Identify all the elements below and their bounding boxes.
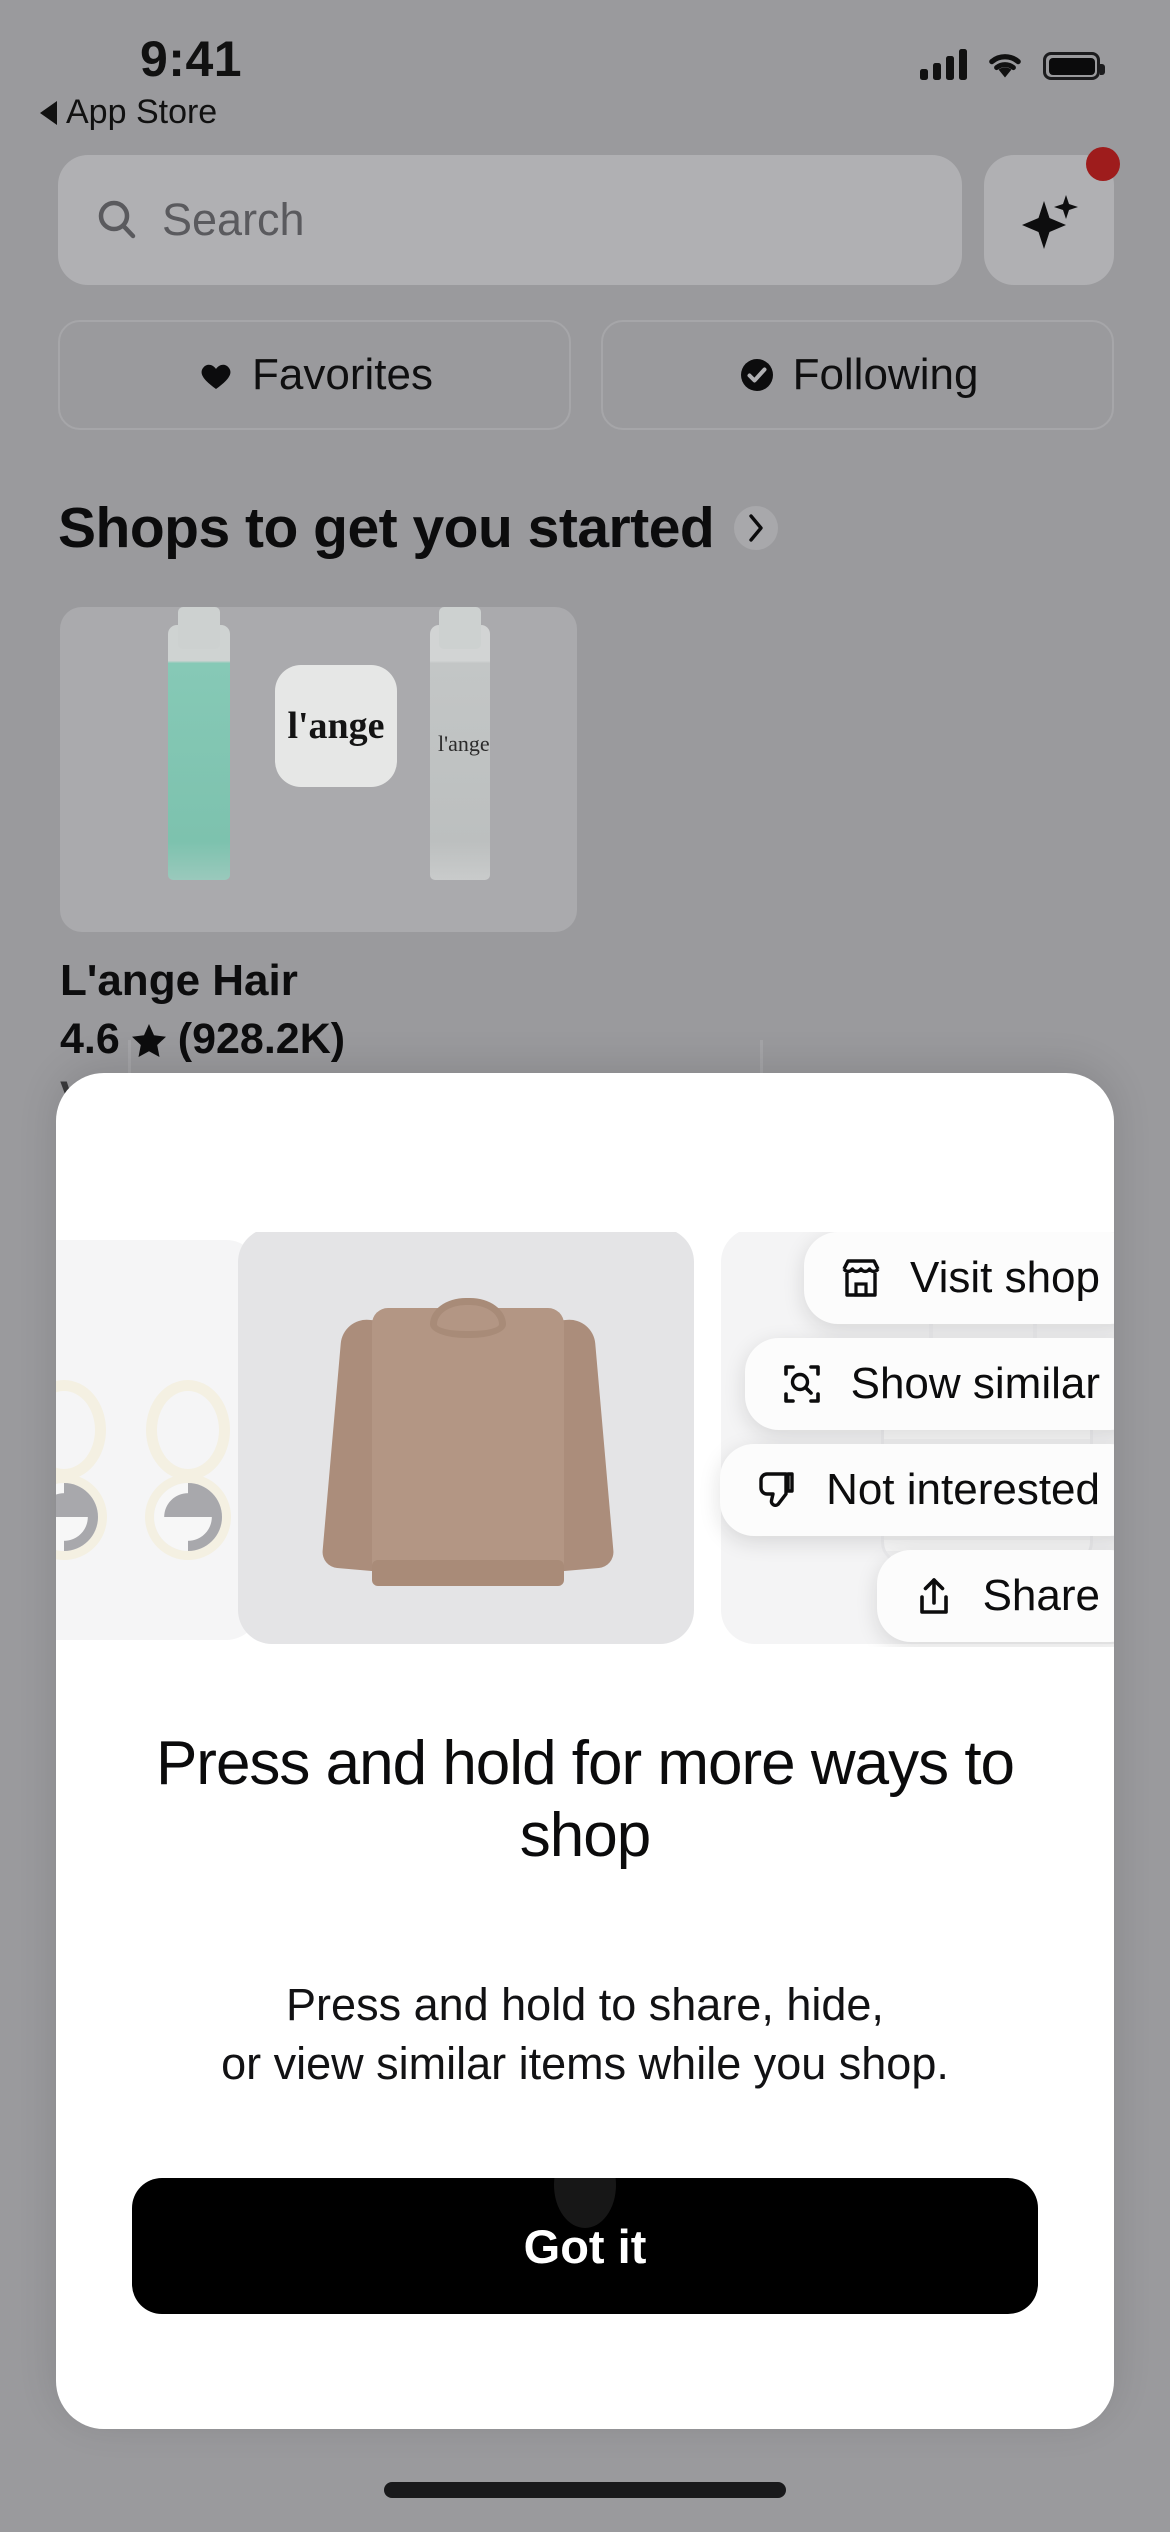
home-indicator[interactable] (384, 2482, 786, 2498)
sweatshirt-hem (372, 1560, 564, 1586)
status-time: 9:41 (140, 31, 243, 87)
onboarding-sheet: Visit shop Show similar Not interested S… (56, 1073, 1114, 2429)
thumbs-down-icon (759, 1472, 794, 1508)
sweatshirt-illustration (321, 1286, 615, 1586)
sheet-subtitle: Press and hold to share, hide, or view s… (100, 1975, 1070, 2094)
context-menu-label: Visit shop (910, 1253, 1100, 1302)
product-bottle-teal (168, 625, 230, 880)
context-menu-item-not-interested[interactable]: Not interested (720, 1444, 1114, 1536)
cellular-signal-icon (920, 48, 967, 80)
ai-notification-badge (1086, 147, 1120, 181)
sweatshirt-collar (430, 1298, 506, 1338)
phone-screen: 9:41 App Store Search Favorites Followin… (0, 0, 1170, 2532)
filter-label-favorites: Favorites (252, 350, 433, 399)
star-icon (131, 1023, 166, 1057)
product-card-sweatshirt (238, 1232, 694, 1644)
back-to-app-store-link[interactable]: App Store (40, 93, 217, 132)
wifi-icon (989, 54, 1021, 78)
filter-pill-following[interactable]: Following (601, 320, 1114, 430)
search-row: Search (58, 147, 1120, 285)
shop-logo-text: l'ange (287, 705, 385, 747)
filter-label-following: Following (792, 350, 979, 399)
heart-icon (201, 364, 231, 389)
filter-pill-favorites[interactable]: Favorites (58, 320, 571, 430)
yin-yang-charm (145, 1474, 231, 1560)
context-menu-item-visit-shop[interactable]: Visit shop (804, 1232, 1114, 1324)
sheet-subtitle-line1: Press and hold to share, hide, (286, 1979, 884, 2030)
shop-card[interactable]: l'ange l'ange L'ange Hair 4.6 (928.2K) V… (60, 607, 577, 1122)
check-circle-icon (740, 359, 773, 391)
search-input[interactable]: Search (58, 155, 962, 285)
battery-icon (1043, 52, 1105, 80)
visual-search-icon (783, 1365, 820, 1403)
earring-hoop (146, 1380, 230, 1480)
earring-hoop (56, 1380, 106, 1480)
context-menu: Visit shop Show similar Not interested S… (720, 1232, 1114, 1642)
earring-left (56, 1380, 107, 1560)
ai-assistant-button[interactable] (984, 147, 1120, 285)
search-placeholder: Search (162, 194, 305, 245)
shop-card-image: l'ange l'ange (60, 607, 577, 932)
sheet-hero-illustration: Visit shop Show similar Not interested S… (56, 1232, 1114, 1647)
back-arrow-icon (40, 100, 57, 125)
sparkle-icon (1022, 195, 1078, 249)
bottle-label-text: l'ange (438, 731, 490, 756)
search-icon (98, 200, 136, 239)
context-menu-item-share[interactable]: Share (876, 1550, 1114, 1642)
bottle-cap (178, 607, 220, 649)
status-indicators (920, 48, 1105, 80)
shop-logo: l'ange (275, 665, 397, 787)
context-menu-label: Not interested (826, 1465, 1100, 1514)
shop-name: L'ange Hair (60, 956, 298, 1005)
chevron-right-icon (734, 506, 779, 550)
context-menu-label: Share (982, 1571, 1100, 1620)
filter-pill-row: Favorites Following (58, 320, 1114, 430)
sweatshirt-body (372, 1308, 564, 1576)
section-header-shops[interactable]: Shops to get you started (58, 495, 779, 561)
yin-yang-charm (56, 1474, 107, 1560)
product-card-earrings (56, 1240, 260, 1640)
back-label: App Store (66, 93, 218, 131)
context-menu-item-show-similar[interactable]: Show similar (744, 1338, 1114, 1430)
share-icon (919, 1578, 948, 1614)
section-title: Shops to get you started (58, 496, 715, 560)
shop-rating-value: 4.6 (60, 1015, 120, 1063)
got-it-button[interactable]: Got it (132, 2178, 1038, 2314)
earring-right (145, 1380, 231, 1560)
bottle-cap-2 (439, 607, 481, 649)
shop-rating: 4.6 (928.2K) (60, 1015, 577, 1064)
context-menu-label: Show similar (850, 1359, 1100, 1408)
sheet-title: Press and hold for more ways to shop (155, 1729, 1015, 1870)
shop-review-count: (928.2K) (177, 1015, 346, 1063)
storefront-icon (842, 1259, 880, 1297)
sheet-subtitle-line2: or view similar items while you shop. (221, 2038, 949, 2090)
